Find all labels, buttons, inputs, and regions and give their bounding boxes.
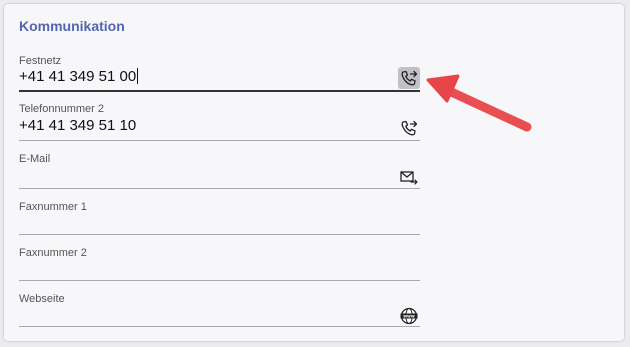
telefonnummer-2-label: Telefonnummer 2 <box>19 103 104 115</box>
phone-forward-icon[interactable] <box>398 117 420 139</box>
faxnummer-1-label: Faxnummer 1 <box>19 201 87 213</box>
faxnummer-2-label: Faxnummer 2 <box>19 247 87 259</box>
webseite-label: Webseite <box>19 293 65 305</box>
telefonnummer-2-field[interactable]: Telefonnummer 2 +41 41 349 51 10 <box>19 101 420 141</box>
svg-text:www: www <box>403 314 415 319</box>
email-field[interactable]: E-Mail <box>19 151 420 189</box>
festnetz-label: Festnetz <box>19 55 62 67</box>
festnetz-field[interactable]: Festnetz +41 41 349 51 00 <box>19 52 420 92</box>
faxnummer-2-field[interactable]: Faxnummer 2 <box>19 245 420 281</box>
festnetz-value: +41 41 349 51 00 <box>19 68 137 85</box>
www-globe-icon[interactable]: www <box>398 305 420 327</box>
section-title: Kommunikation <box>19 18 125 34</box>
phone-forward-icon[interactable] <box>398 67 420 89</box>
communication-card: Kommunikation Festnetz +41 41 349 51 00 … <box>4 4 624 341</box>
mail-send-icon[interactable] <box>398 166 420 188</box>
telefonnummer-2-input[interactable]: +41 41 349 51 10 <box>19 117 136 134</box>
webseite-field[interactable]: Webseite www <box>19 291 420 327</box>
email-label: E-Mail <box>19 153 51 165</box>
faxnummer-1-field[interactable]: Faxnummer 1 <box>19 199 420 235</box>
festnetz-input[interactable]: +41 41 349 51 00 <box>19 68 139 85</box>
text-caret <box>137 68 139 84</box>
